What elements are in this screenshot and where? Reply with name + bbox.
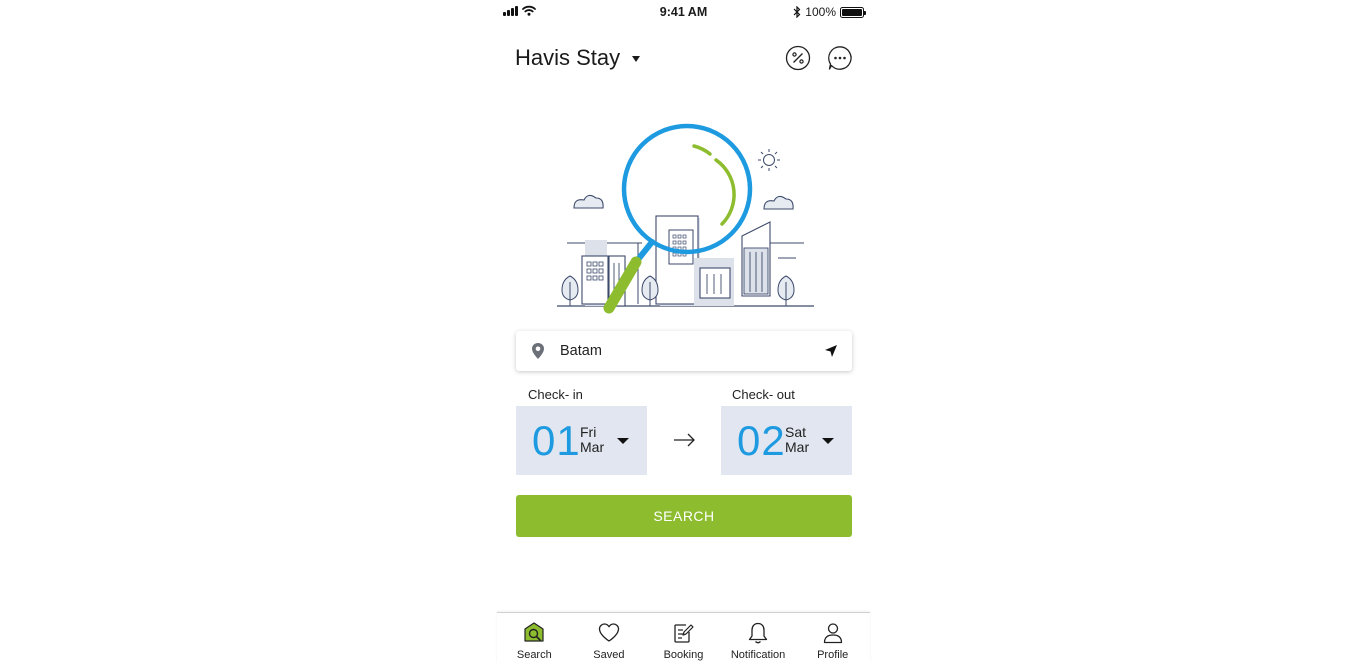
bluetooth-icon xyxy=(793,6,801,18)
chat-icon[interactable] xyxy=(827,45,853,71)
checkin-day: 01 xyxy=(532,417,581,464)
location-pin-icon xyxy=(532,343,544,359)
caret-down-icon xyxy=(632,56,641,62)
battery-percent: 100% xyxy=(805,5,836,19)
nav-item-booking[interactable]: Booking xyxy=(646,613,721,663)
status-bar: 9:41 AM 100% xyxy=(497,0,870,24)
battery-icon xyxy=(840,6,866,18)
user-icon xyxy=(823,623,842,644)
chevron-down-icon xyxy=(822,438,834,444)
navigation-arrow-icon[interactable] xyxy=(824,344,838,358)
nav-label-profile: Profile xyxy=(817,649,849,661)
nav-label-notification: Notification xyxy=(730,649,786,661)
checkin-label: Check- in xyxy=(528,387,583,402)
location-input[interactable] xyxy=(560,343,800,359)
chevron-down-icon xyxy=(617,438,629,444)
checkout-day: 02 xyxy=(737,417,786,464)
booking-icon xyxy=(674,624,695,643)
phone-screen: 9:41 AM 100% Havis Stay Batam Check- in … xyxy=(497,0,870,663)
nav-label-search: Search xyxy=(516,649,552,661)
nav-item-profile[interactable]: Profile xyxy=(795,613,870,663)
property-selector[interactable]: Havis Stay xyxy=(515,45,641,71)
search-home-icon xyxy=(524,622,544,642)
arrow-right-icon xyxy=(674,433,695,447)
location-field[interactable] xyxy=(516,331,852,371)
nav-label-booking: Booking xyxy=(663,649,704,661)
checkin-month: Mar xyxy=(580,439,605,455)
bottom-navigation: Search Saved Booking Notification Profil… xyxy=(497,612,870,663)
checkin-weekday: Fri xyxy=(580,424,597,440)
app-title: Havis Stay xyxy=(515,45,621,70)
checkout-weekday-month: Sat Mar xyxy=(785,425,809,455)
bell-icon xyxy=(748,622,768,644)
city-search-illustration xyxy=(557,123,814,314)
status-right: 100% xyxy=(793,5,866,19)
checkout-label: Check- out xyxy=(732,387,795,402)
checkout-date-picker[interactable]: 02 Sat Mar xyxy=(721,406,852,475)
checkout-weekday: Sat xyxy=(785,424,807,440)
nav-item-saved[interactable]: Saved xyxy=(572,613,647,663)
checkin-date-picker[interactable]: 01 Fri Mar xyxy=(516,406,647,475)
heart-icon xyxy=(598,623,620,642)
percent-icon[interactable] xyxy=(785,45,811,71)
nav-item-search[interactable]: Search xyxy=(497,613,572,663)
checkout-month: Mar xyxy=(785,439,810,455)
app-header: Havis Stay xyxy=(515,42,855,76)
sun-icon xyxy=(758,149,780,171)
nav-label-saved: Saved xyxy=(593,649,625,661)
nav-item-notification[interactable]: Notification xyxy=(721,613,796,663)
search-button[interactable]: SEARCH xyxy=(516,495,852,537)
checkin-weekday-month: Fri Mar xyxy=(580,425,604,455)
